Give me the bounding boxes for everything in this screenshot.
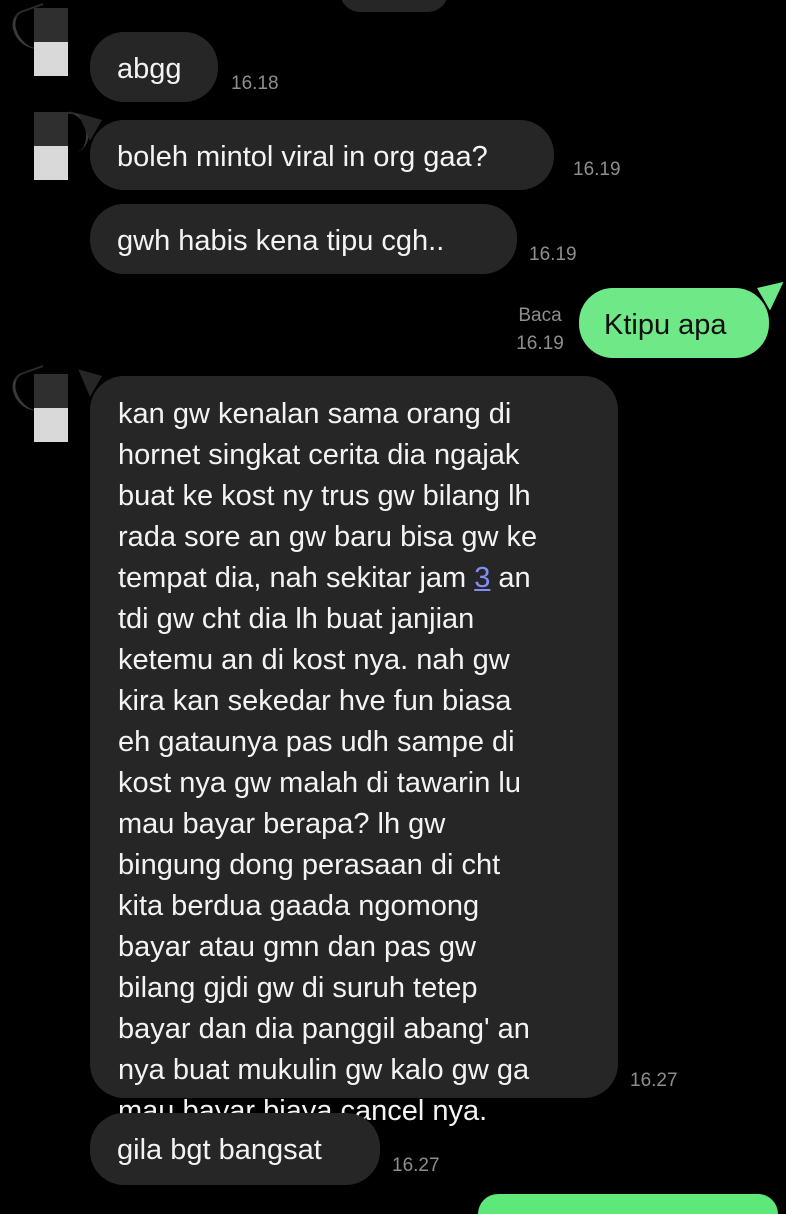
message-line: bilang gjdi gw di suruh tetep [118, 972, 478, 1004]
message-line: buat ke kost ny trus gw bilang lh [118, 480, 531, 512]
message-text: boleh mintol viral in org gaa? [117, 141, 488, 173]
avatar-blur-tile [34, 408, 68, 442]
read-label: Baca [518, 305, 562, 326]
avatar-blur-tile [34, 146, 68, 180]
message-line: bayar atau gmn dan pas gw [118, 931, 476, 963]
chat-thread: abgg 16.18 boleh mintol viral in org gaa… [0, 0, 786, 1214]
previous-message-bubble-fragment [340, 0, 448, 12]
message-line: kira kan sekedar hve fun biasa [118, 685, 512, 717]
message-timestamp: 16.19 [573, 159, 621, 180]
message-bubble[interactable]: abgg [90, 32, 218, 102]
message-timestamp: 16.27 [392, 1155, 440, 1176]
message-line: mau bayar berapa? lh gw [118, 808, 446, 840]
message-line: tdi gw cht dia lh buat janjian [118, 603, 475, 635]
message-bubble[interactable]: boleh mintol viral in org gaa? [69, 108, 554, 190]
message-line: rada sore an gw baru bisa gw ke [118, 521, 538, 553]
next-message-bubble-fragment [478, 1194, 778, 1214]
bubble-tail [69, 364, 102, 397]
avatar-blur-tile [34, 374, 68, 408]
sender-avatar[interactable] [7, 364, 70, 442]
message-line: nya buat mukulin gw kalo gw ga [118, 1054, 530, 1086]
sender-avatar[interactable] [34, 106, 96, 180]
message-line: kan gw kenalan sama orang di [118, 398, 512, 430]
message-line-with-link: tempat dia, nah sekitar jam 3 an [118, 558, 591, 599]
message-timestamp: 16.27 [630, 1070, 678, 1091]
message-line: ketemu an di kost nya. nah gw [118, 644, 510, 676]
message-line: kost nya gw malah di tawarin lu [118, 767, 521, 799]
message-line: bayar dan dia panggil abang' an [118, 1013, 530, 1045]
message-bubble[interactable]: gwh habis kena tipu cgh.. [90, 204, 517, 274]
read-receipt: Baca 16.19 [508, 304, 572, 356]
message-text: gwh habis kena tipu cgh.. [117, 225, 445, 257]
message-bubble[interactable]: kan gw kenalan sama orang di hornet sing… [69, 364, 618, 1127]
avatar-blur-tile [34, 112, 68, 146]
message-text: tempat dia, nah sekitar jam [118, 562, 475, 594]
message-bubble[interactable]: gila bgt bangsat [90, 1113, 380, 1185]
message-text: gila bgt bangsat [117, 1134, 322, 1166]
avatar-blur-tile [34, 42, 68, 76]
message-timestamp: 16.19 [529, 244, 577, 265]
avatar-blur-tile [34, 8, 68, 42]
sender-avatar[interactable] [7, 2, 70, 76]
time-link[interactable]: 3 [474, 562, 490, 594]
outgoing-message-bubble[interactable]: Ktipu apa [579, 275, 786, 358]
message-line: eh gataunya pas udh sampe di [118, 726, 515, 758]
message-line: hornet singkat cerita dia ngajak [118, 439, 520, 471]
message-timestamp: 16.18 [231, 73, 279, 94]
message-line: kita berdua gaada ngomong [118, 890, 480, 922]
message-line: bingung dong perasaan di cht [118, 849, 501, 881]
bubble-tail [757, 275, 786, 311]
message-text: abgg [117, 53, 182, 85]
message-text: Ktipu apa [604, 309, 727, 341]
message-timestamp: 16.19 [516, 333, 564, 354]
message-text: an [490, 562, 531, 594]
